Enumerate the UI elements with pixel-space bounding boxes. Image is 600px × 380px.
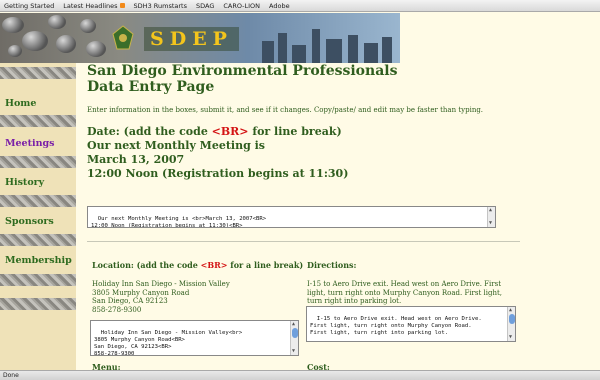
sidebar-texture <box>0 67 76 79</box>
bookmark-getting-started[interactable]: Getting Started <box>4 2 54 10</box>
scroll-up-icon[interactable]: ▲ <box>489 208 492 213</box>
page-subtitle-line: Data Entry Page <box>87 79 215 95</box>
skyline-building <box>312 29 320 63</box>
date-label: Date: (add the code <BR> for line break) <box>87 125 600 139</box>
date-textarea-scrollbar[interactable]: ▲ ▼ <box>487 207 495 227</box>
bookmark-label: Adobe <box>269 1 290 10</box>
pebble-image <box>80 19 96 33</box>
scroll-down-icon[interactable]: ▼ <box>509 335 512 340</box>
scroll-up-icon[interactable]: ▲ <box>509 308 512 313</box>
scroll-down-icon[interactable]: ▼ <box>489 221 492 226</box>
bookmarks-bar: Getting Started Latest Headlines SDH3 Ru… <box>0 0 600 12</box>
pebble-image <box>86 41 106 57</box>
site-banner: SDEP <box>0 13 400 63</box>
nav-history[interactable]: History <box>5 177 44 188</box>
date-textarea-value: Our next Monthly Meeting is <br>March 13… <box>91 216 267 228</box>
location-textarea[interactable]: Holiday Inn San Diego - Mission Valley<b… <box>90 320 299 356</box>
scroll-thumb[interactable] <box>509 314 515 324</box>
sidebar-texture <box>0 195 76 207</box>
directions-label: Directions: <box>307 260 357 270</box>
sidebar-texture <box>0 274 76 286</box>
meeting-line: Our next Monthly Meeting is <box>87 139 265 152</box>
rss-icon <box>119 3 125 8</box>
sdep-emblem-icon <box>112 25 134 50</box>
bookmark-latest-headlines[interactable]: Latest Headlines <box>63 1 125 10</box>
location-label-text: Location: (add the code <box>92 260 201 270</box>
bookmark-label: SDH3 Rumstarts <box>133 1 187 10</box>
directions-textarea[interactable]: I-15 to Aero Drive exit. Head west on Ae… <box>306 306 516 342</box>
bookmark-label: Getting Started <box>4 1 55 10</box>
br-code: <BR> <box>211 125 249 138</box>
scroll-thumb[interactable] <box>292 328 298 338</box>
pebble-image <box>48 15 66 29</box>
nav-meetings[interactable]: Meetings <box>5 138 55 149</box>
pebble-image <box>56 35 76 53</box>
location-line: 3805 Murphy Canyon Road <box>92 288 190 297</box>
skyline-building <box>382 37 392 63</box>
nav-sponsors[interactable]: Sponsors <box>5 216 54 227</box>
sidebar-texture <box>0 115 76 127</box>
nav-membership[interactable]: Membership <box>5 255 72 266</box>
bookmark-label: SDAG <box>195 1 215 10</box>
location-line: 858-278-9300 <box>92 305 142 314</box>
skyline-building <box>278 33 287 63</box>
main-content: San Diego Environmental Professionals Da… <box>87 63 600 181</box>
bookmark-label: CARO-LION <box>223 1 261 10</box>
directions-preview: I-15 to Aero Drive exit. Head west on Ae… <box>307 280 503 305</box>
page-title-line: San Diego Environmental Professionals <box>87 63 398 79</box>
bookmark-adobe[interactable]: Adobe <box>269 2 290 10</box>
directions-textarea-scrollbar[interactable]: ▲ ▼ <box>507 307 515 341</box>
location-textarea-scrollbar[interactable]: ▲ ▼ <box>290 321 298 355</box>
skyline-building <box>262 41 274 63</box>
status-text: Done <box>3 372 19 379</box>
status-bar: Done <box>0 370 600 380</box>
skyline-building <box>348 35 358 63</box>
location-line: San Diego, CA 92123 <box>92 297 168 305</box>
date-label-text: Date: (add the code <box>87 125 212 138</box>
date-label-text: for line break) <box>248 125 342 138</box>
intro-text: Enter information in the boxes, submit i… <box>87 106 484 114</box>
section-divider <box>87 241 520 242</box>
location-textarea-value: Holiday Inn San Diego - Mission Valley<b… <box>94 330 243 356</box>
pebble-image <box>22 31 48 51</box>
sidebar: Home Meetings History Sponsors Membershi… <box>0 63 76 370</box>
sidebar-texture <box>0 156 76 168</box>
bookmark-caro-lion[interactable]: CARO-LION <box>223 2 260 10</box>
br-code: <BR> <box>200 260 228 270</box>
page-title: San Diego Environmental Professionals Da… <box>87 63 600 95</box>
bookmark-sdag[interactable]: SDAG <box>196 2 214 10</box>
bookmark-label: Latest Headlines <box>63 1 118 10</box>
skyline-building <box>292 45 306 63</box>
sidebar-texture <box>0 298 76 310</box>
skyline-building <box>326 39 342 63</box>
location-label: Location: (add the code <BR> for a line … <box>92 260 303 270</box>
sidebar-texture <box>0 234 76 246</box>
banner-title: SDEP <box>144 27 239 51</box>
scroll-up-icon[interactable]: ▲ <box>292 322 295 327</box>
pebble-image <box>8 45 22 57</box>
location-label-text: for a line break) <box>227 260 304 270</box>
directions-textarea-value: I-15 to Aero Drive exit. Head west on Ae… <box>310 316 482 336</box>
meeting-time: 12:00 Noon (Registration begins at 11:30… <box>87 167 349 180</box>
nav-home[interactable]: Home <box>5 98 36 109</box>
skyline-building <box>364 43 378 63</box>
scroll-down-icon[interactable]: ▼ <box>292 349 295 354</box>
pebble-image <box>2 17 24 33</box>
date-textarea[interactable]: Our next Monthly Meeting is <br>March 13… <box>87 206 496 228</box>
meeting-date: March 13, 2007 <box>87 153 185 166</box>
bookmark-sdh3[interactable]: SDH3 Rumstarts <box>134 2 187 10</box>
location-line: Holiday Inn San Diego - Mission Valley <box>92 280 230 288</box>
location-preview: Holiday Inn San Diego - Mission Valley 3… <box>92 280 292 314</box>
